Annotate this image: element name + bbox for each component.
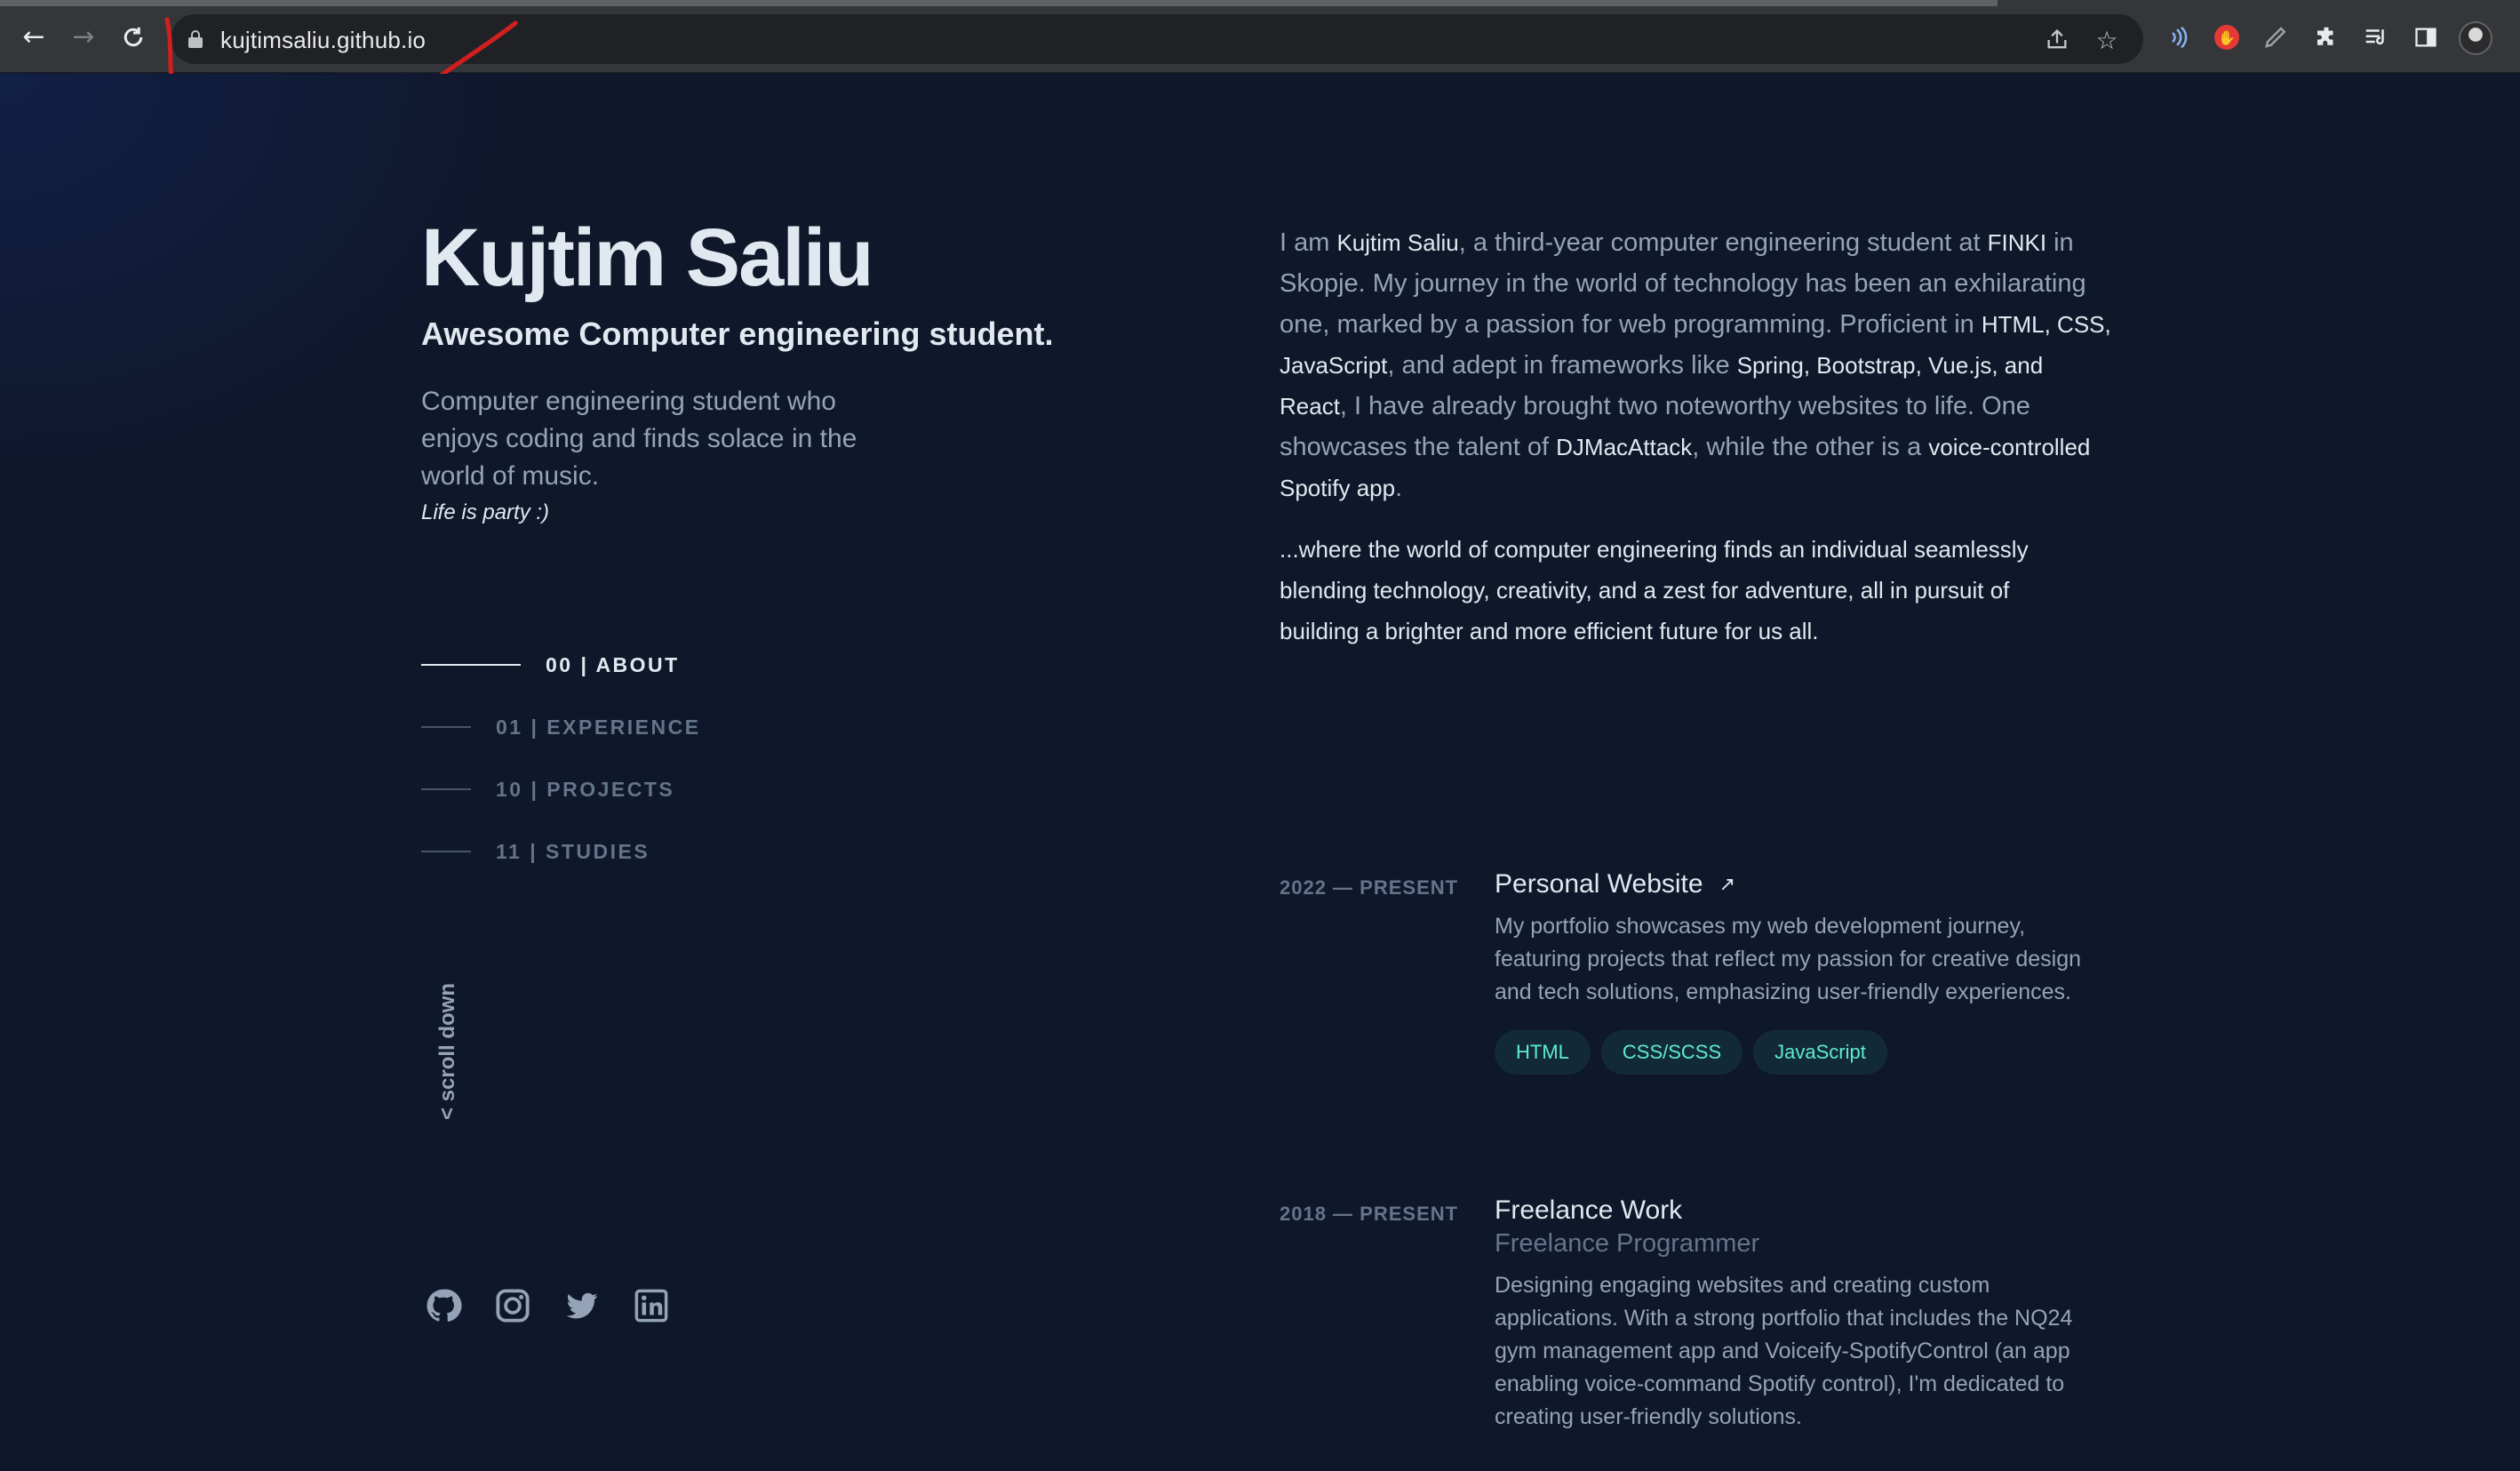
extensions-puzzle-icon[interactable] [2310,21,2342,53]
url-text[interactable]: kujtimsaliu.github.io [220,27,426,54]
tag-list: HTML CSS/SCSS JavaScript [1495,1030,2117,1075]
address-bar[interactable]: kujtimsaliu.github.io ☆ [171,14,2143,64]
lock-icon [188,30,203,48]
entry-title-link[interactable]: Personal Website ↗ [1495,869,2117,899]
browser-toolbar: ← → kujtimsaliu.github.io ☆ ✋ [0,0,2520,73]
about-text: , while the other is a [1692,433,1929,461]
motto: Life is party :) [421,500,550,524]
about-highlight: FINKI [1987,229,2047,256]
tag: HTML [1495,1030,1591,1075]
entry-date: 2022 — PRESENT [1280,876,1459,899]
content-column: I am Kujtim Saliu, a third-year computer… [1280,74,2133,1471]
twitter-icon[interactable] [563,1287,601,1324]
header-column: Kujtim Saliu Awesome Computer engineerin… [421,74,1132,1471]
entry-title: Freelance Work [1495,1195,1683,1225]
tag: JavaScript [1753,1030,1887,1075]
bio: Computer engineering student who enjoys … [421,387,857,491]
nav-indicator [421,851,471,852]
nav-indicator [421,664,521,666]
entry-title-link[interactable]: Freelance Work [1495,1195,2117,1226]
nav-label: 10 | PROJECTS [496,777,675,801]
social-links [425,1287,670,1324]
entry-body: Freelance Work Freelance Programmer Desi… [1495,1195,2117,1434]
github-icon[interactable] [425,1287,462,1324]
scroll-down-hint[interactable]: < scroll down [421,963,474,1140]
about-text: , and adept in frameworks like [1387,351,1737,380]
instagram-icon[interactable] [494,1287,531,1324]
nav-indicator [421,788,471,790]
bookmark-star-icon[interactable]: ☆ [2092,25,2122,55]
arrow-up-right-icon: ↗ [1719,873,1736,896]
about-text: . [1395,474,1403,502]
nav-indicator [421,726,471,728]
page-title: Kujtim Saliu [421,212,874,303]
extension-adblock-icon[interactable]: ✋ [2211,21,2243,53]
about-highlight: Kujtim Saliu [1336,229,1459,256]
tab-strip [0,0,1998,6]
tag: CSS/SCSS [1600,1030,1743,1075]
nav-item-projects[interactable]: 10 | PROJECTS [421,776,674,803]
arrow-right-icon: → [72,21,95,52]
linkedin-icon[interactable] [633,1287,670,1324]
extension-audio-icon[interactable] [2161,21,2193,53]
nav-item-about[interactable]: 00 | ABOUT [421,652,680,678]
media-queue-icon[interactable] [2360,21,2392,53]
extension-pen-icon[interactable] [2261,21,2293,53]
portfolio-page: Kujtim Saliu Awesome Computer engineerin… [0,74,2520,1471]
entry-date: 2018 — PRESENT [1280,1203,1459,1225]
forward-button[interactable]: → [66,20,101,55]
about-highlight: DJMacAttack [1556,434,1693,460]
arrow-left-icon: ← [22,21,45,52]
about-quote: ...where the world of computer engineeri… [1280,536,2029,644]
scroll-down-label: < scroll down [435,982,459,1121]
tagline: Awesome Computer engineering student. [421,316,1054,352]
back-button[interactable]: ← [16,20,52,55]
entry-body: Personal Website ↗ My portfolio showcase… [1495,869,2117,1075]
nav-label: 01 | EXPERIENCE [496,715,701,739]
reload-icon [124,27,143,47]
side-panel-icon[interactable] [2410,21,2442,53]
about-text: , a third-year computer engineering stud… [1458,228,1988,257]
about-paragraph: I am Kujtim Saliu, a third-year computer… [1280,222,2115,508]
entry-description: My portfolio showcases my web developmen… [1495,914,2082,1004]
share-icon[interactable] [2042,25,2072,55]
nav-item-studies[interactable]: 11 | STUDIES [421,838,650,865]
about-text: I am [1280,228,1337,257]
entry-title: Personal Website [1495,869,1703,899]
entry-description: Designing engaging websites and creating… [1495,1273,2073,1429]
nav-label: 00 | ABOUT [546,652,680,676]
nav-item-experience[interactable]: 01 | EXPERIENCE [421,714,701,740]
entry-subtitle: Freelance Programmer [1495,1229,1760,1258]
reload-button[interactable] [116,20,151,55]
profile-avatar[interactable] [2459,21,2492,55]
nav-label: 11 | STUDIES [496,839,650,863]
